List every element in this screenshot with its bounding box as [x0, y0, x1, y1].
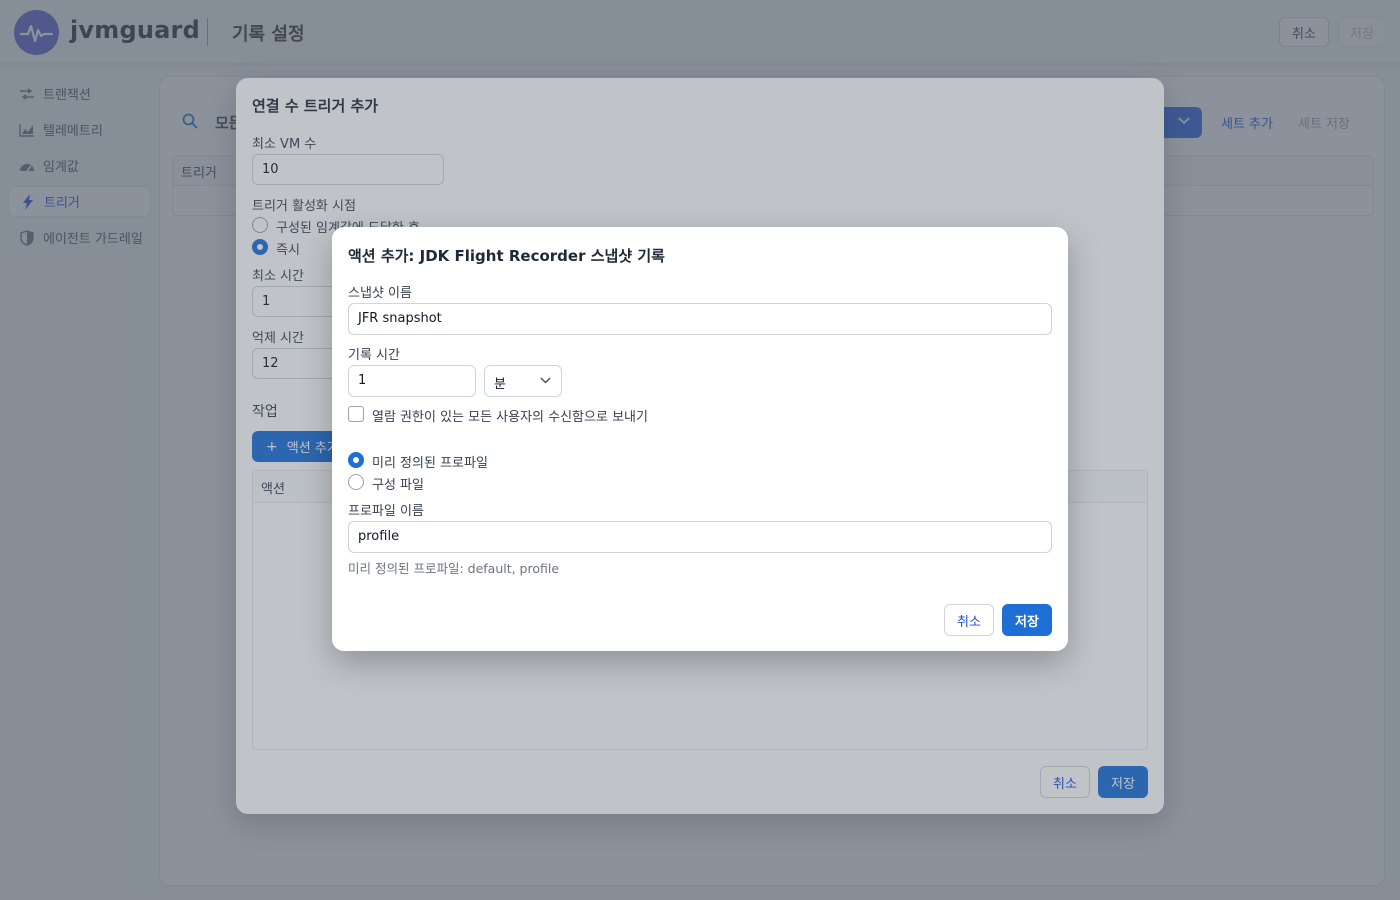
chevron-down-icon: [540, 377, 551, 384]
profile-radio-config-file[interactable]: [348, 474, 364, 490]
send-inbox-checkbox[interactable]: [348, 406, 364, 422]
profile-option-label: 미리 정의된 프로파일: [372, 456, 488, 471]
action-save-button[interactable]: 저장: [1002, 604, 1052, 636]
profile-option-label: 구성 파일: [372, 478, 424, 493]
snapshot-name-input[interactable]: JFR snapshot: [348, 303, 1052, 335]
profile-radio-predefined[interactable]: [348, 452, 364, 468]
profile-name-input[interactable]: profile: [348, 521, 1052, 553]
snapshot-name-label: 스냅샷 이름: [348, 286, 412, 301]
record-time-label: 기록 시간: [348, 348, 400, 363]
profile-hint: 미리 정의된 프로파일: default, profile: [348, 561, 560, 576]
send-inbox-label: 열람 권한이 있는 모든 사용자의 수신함으로 보내기: [372, 410, 648, 425]
record-time-input[interactable]: 1: [348, 365, 476, 397]
record-time-unit-value: 분: [494, 377, 506, 392]
record-time-unit-select[interactable]: 분: [484, 365, 562, 397]
action-dialog: 액션 추가: JDK Flight Recorder 스냅샷 기록 스냅샷 이름…: [332, 227, 1068, 651]
action-cancel-button[interactable]: 취소: [944, 604, 994, 636]
dialog-title: 액션 추가: JDK Flight Recorder 스냅샷 기록: [348, 247, 665, 265]
profile-name-label: 프로파일 이름: [348, 504, 424, 519]
